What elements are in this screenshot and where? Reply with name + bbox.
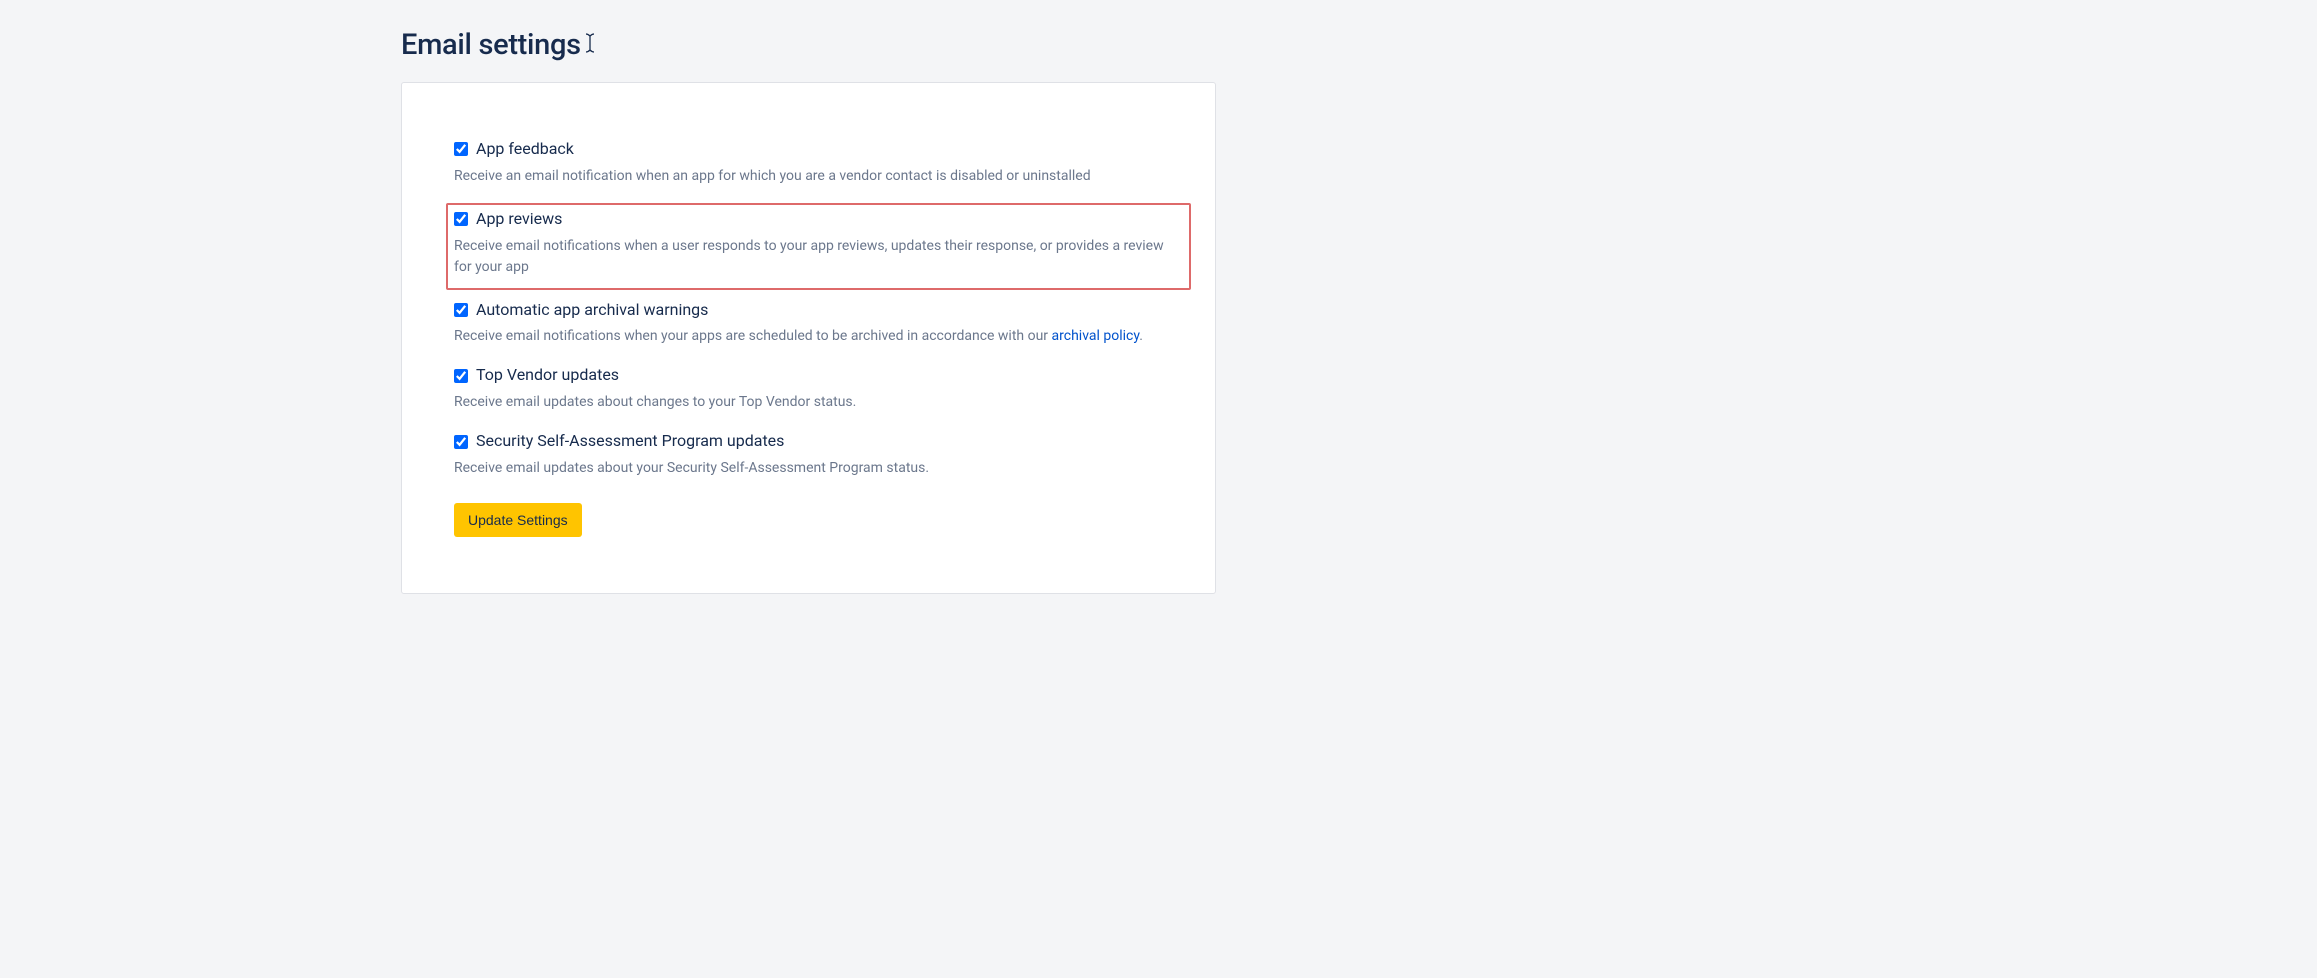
description-top-vendor: Receive email updates about changes to y…	[454, 392, 1163, 413]
settings-panel: App feedback Receive an email notificati…	[401, 82, 1216, 594]
setting-row-security-self-assessment: Security Self-Assessment Program updates…	[454, 431, 1163, 479]
setting-row-app-reviews: App reviews Receive email notifications …	[446, 203, 1191, 290]
label-app-reviews: App reviews	[476, 209, 562, 230]
description-archival-suffix: .	[1139, 328, 1143, 344]
setting-row-app-feedback: App feedback Receive an email notificati…	[454, 139, 1163, 187]
description-app-reviews: Receive email notifications when a user …	[454, 236, 1183, 278]
checkbox-security-self-assessment[interactable]	[454, 435, 468, 449]
description-archival-warnings: Receive email notifications when your ap…	[454, 326, 1163, 347]
description-archival-prefix: Receive email notifications when your ap…	[454, 328, 1052, 344]
label-app-feedback: App feedback	[476, 139, 574, 160]
description-app-feedback: Receive an email notification when an ap…	[454, 166, 1163, 187]
page-title: Email settings	[401, 28, 2317, 62]
setting-row-top-vendor: Top Vendor updates Receive email updates…	[454, 365, 1163, 413]
description-security-self-assessment: Receive email updates about your Securit…	[454, 458, 1163, 479]
checkbox-app-reviews[interactable]	[454, 212, 468, 226]
checkbox-top-vendor[interactable]	[454, 369, 468, 383]
label-security-self-assessment: Security Self-Assessment Program updates	[476, 431, 784, 452]
archival-policy-link[interactable]: archival policy	[1052, 328, 1140, 344]
setting-row-archival-warnings: Automatic app archival warnings Receive …	[454, 300, 1163, 348]
checkbox-app-feedback[interactable]	[454, 142, 468, 156]
checkbox-archival-warnings[interactable]	[454, 303, 468, 317]
update-settings-button[interactable]: Update Settings	[454, 503, 582, 537]
label-top-vendor: Top Vendor updates	[476, 365, 619, 386]
label-archival-warnings: Automatic app archival warnings	[476, 300, 708, 321]
